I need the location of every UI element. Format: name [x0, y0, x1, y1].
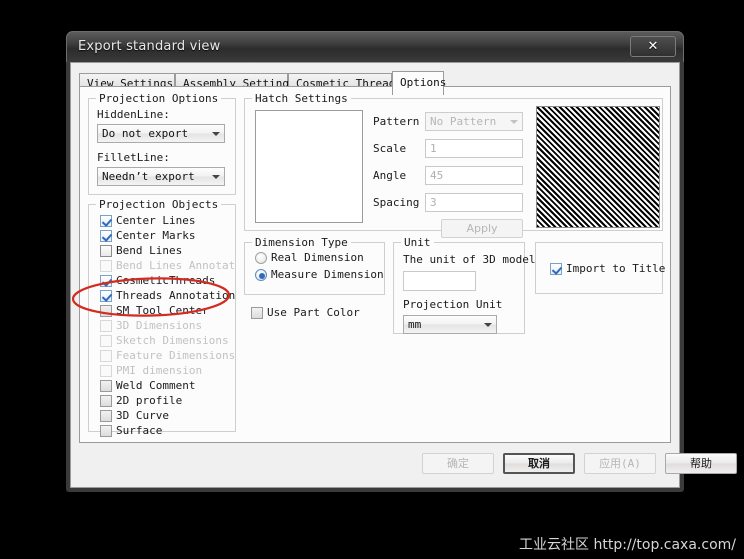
- apply-hatch-button[interactable]: Apply: [441, 219, 523, 238]
- hidden-line-combobox[interactable]: Do not export: [97, 124, 225, 143]
- model-unit-label: The unit of 3D model: [403, 253, 536, 266]
- spacing-input[interactable]: 3: [425, 193, 523, 212]
- pattern-value: No Pattern: [430, 115, 497, 128]
- projection-objects-group: Projection Objects Center Lines Center M…: [88, 198, 236, 437]
- checkbox-label: Surface: [116, 424, 163, 437]
- help-button[interactable]: 帮助: [665, 453, 737, 474]
- checkbox-label: Threads Annotation: [116, 289, 236, 302]
- checkbox-label: Center Marks: [116, 229, 196, 242]
- checkbox-box: [100, 215, 112, 227]
- checkbox-box: [550, 263, 562, 275]
- checkbox-box: [100, 365, 112, 377]
- options-tab-panel: Projection Options HiddenLine: Do not ex…: [79, 86, 671, 443]
- checkbox-label: Sketch Dimensions: [116, 334, 229, 347]
- dialog-client-area: View Settings Assembly Settings Cosmetic…: [70, 62, 737, 488]
- hatch-settings-group: Hatch Settings Pattern No Pattern Scale …: [244, 92, 663, 238]
- radio-circle: [255, 269, 267, 281]
- projection-options-group: Projection Options HiddenLine: Do not ex…: [88, 92, 236, 195]
- radio-label: Real Dimension: [271, 251, 364, 264]
- chevron-down-icon: [212, 132, 220, 136]
- close-icon[interactable]: ✕: [630, 36, 676, 57]
- cancel-button[interactable]: 取消: [503, 453, 575, 474]
- chevron-down-icon: [212, 175, 220, 179]
- checkbox-label: Use Part Color: [267, 306, 360, 319]
- ok-button[interactable]: 确定: [422, 453, 494, 474]
- checkbox-box: [100, 425, 112, 437]
- checkbox-label: Weld Comment: [116, 379, 196, 392]
- checkbox-box: [100, 305, 112, 317]
- checkbox-box: [100, 230, 112, 242]
- checkbox-box: [100, 410, 112, 422]
- hatch-pattern-list[interactable]: [255, 110, 363, 223]
- pattern-label: Pattern: [373, 115, 420, 128]
- checkbox-box: [100, 290, 112, 302]
- fillet-line-value: Needn’t export: [102, 170, 195, 183]
- spacing-label: Spacing: [373, 196, 420, 209]
- unit-group: Unit The unit of 3D model Projection Uni…: [393, 236, 535, 334]
- checkbox-box: [100, 380, 112, 392]
- hatch-preview: [536, 106, 660, 228]
- apply-button[interactable]: 应用(A): [584, 453, 656, 474]
- checkbox-label: Feature Dimensions: [116, 349, 236, 362]
- checkbox-box: [100, 320, 112, 332]
- projection-unit-label: Projection Unit: [403, 298, 503, 311]
- checkbox-label: Import to Title: [566, 262, 666, 275]
- window-title: Export standard view: [78, 39, 221, 54]
- screen-root: Export standard view ✕ View Settings Ass…: [0, 0, 744, 559]
- unit-group-label: Unit: [401, 236, 434, 249]
- dimension-type-group-label: Dimension Type: [252, 236, 351, 249]
- hatch-settings-group-label: Hatch Settings: [252, 92, 351, 105]
- projection-unit-combobox[interactable]: mm: [403, 315, 497, 334]
- angle-label: Angle: [373, 169, 407, 182]
- checkbox-label: CosmeticThreads: [116, 274, 216, 287]
- fillet-line-combobox[interactable]: Needn’t export: [97, 167, 225, 186]
- checkbox-box: [100, 350, 112, 362]
- checkbox-box: [251, 307, 263, 319]
- dialog-window: Export standard view ✕ View Settings Ass…: [66, 31, 737, 492]
- checkbox-box: [100, 245, 112, 257]
- projection-objects-group-label: Projection Objects: [96, 198, 222, 211]
- checkbox-box: [100, 335, 112, 347]
- checkbox-label: Bend Lines: [116, 244, 183, 257]
- title-block-group: Import to Title: [535, 242, 666, 294]
- pattern-combobox[interactable]: No Pattern: [425, 112, 523, 131]
- checkbox-box: [100, 395, 112, 407]
- dimension-type-group: Dimension Type Real Dimension Measure Di…: [244, 236, 385, 295]
- hidden-line-label: HiddenLine:: [97, 108, 170, 121]
- checkbox-label: Bend Lines Annotat: [116, 259, 236, 272]
- fillet-line-label: FilletLine:: [97, 151, 170, 164]
- checkbox-label: 3D Dimensions: [116, 319, 203, 332]
- watermark-text: 工业云社区 http://top.caxa.com/: [519, 537, 736, 553]
- hidden-line-value: Do not export: [102, 127, 189, 140]
- checkbox-label: SM Tool Center: [116, 304, 209, 317]
- title-bar[interactable]: Export standard view ✕: [66, 31, 684, 62]
- checkbox-label: Center Lines: [116, 214, 196, 227]
- tab-options[interactable]: Options: [392, 71, 446, 95]
- chevron-down-icon: [484, 323, 492, 327]
- radio-label: Measure Dimension: [271, 268, 384, 281]
- radio-circle: [255, 252, 267, 264]
- checkbox-label: 2D profile: [116, 394, 183, 407]
- chevron-down-icon: [510, 120, 518, 124]
- checkbox-box: [100, 275, 112, 287]
- model-unit-input[interactable]: [403, 271, 476, 291]
- scale-label: Scale: [373, 142, 407, 155]
- projection-unit-value: mm: [408, 318, 422, 331]
- checkbox-box: [100, 260, 112, 272]
- projection-options-group-label: Projection Options: [96, 92, 222, 105]
- checkbox-label: 3D Curve: [116, 409, 169, 422]
- scale-input[interactable]: 1: [425, 139, 523, 158]
- angle-input[interactable]: 45: [425, 166, 523, 185]
- checkbox-label: PMI dimension: [116, 364, 203, 377]
